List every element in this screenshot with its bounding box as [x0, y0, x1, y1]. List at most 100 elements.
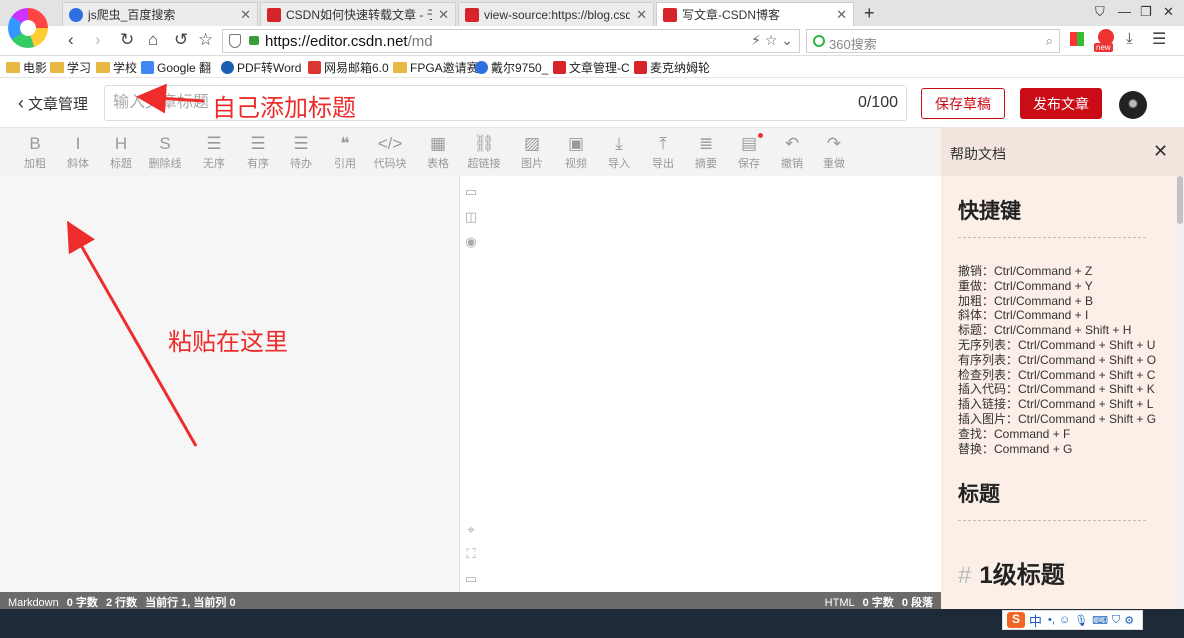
- back-icon[interactable]: ‹: [68, 30, 74, 50]
- close-icon[interactable]: ✕: [1153, 141, 1168, 162]
- close-tab-icon[interactable]: ✕: [438, 7, 449, 23]
- locate-icon[interactable]: ⌖: [464, 522, 478, 538]
- apps-icon[interactable]: [1070, 32, 1084, 46]
- toolbar-save-button[interactable]: ▤ 保存: [729, 133, 769, 171]
- bookmark-item[interactable]: 网易邮箱6.0: [308, 59, 389, 76]
- bookmark-star-icon[interactable]: ☆: [198, 30, 213, 50]
- browser-logo[interactable]: [8, 8, 48, 48]
- sogou-ime-icon[interactable]: S: [1007, 612, 1025, 628]
- favorite-star-icon[interactable]: ☆: [765, 32, 778, 48]
- toolbar-unordered-list-button[interactable]: ☰ 无序: [194, 133, 234, 171]
- avatar[interactable]: [1119, 91, 1147, 119]
- shirt-icon[interactable]: ⛉: [1095, 4, 1105, 20]
- browser-tab[interactable]: CSDN如何快速转载文章 - 于子 ✕: [260, 2, 456, 26]
- bookmark-item[interactable]: 学习: [50, 59, 91, 76]
- undo-close-icon[interactable]: ↺: [174, 30, 188, 50]
- baidu-icon: [69, 7, 83, 22]
- microphone-icon[interactable]: 🎙: [1074, 614, 1088, 627]
- toolbar-undo-button[interactable]: ↶ 撤销: [772, 133, 812, 171]
- toolbar-export-button[interactable]: ⤒ 导出: [643, 133, 683, 171]
- back-to-article-management[interactable]: ‹ 文章管理: [18, 93, 88, 114]
- forward-icon[interactable]: ›: [95, 30, 101, 50]
- status-cursor: 当前行 1, 当前列 0: [145, 597, 236, 609]
- new-feature-icon[interactable]: new: [1094, 29, 1116, 53]
- preview-pane: ▭ ◫ ◉ ⌖ ⛶ ▭: [459, 176, 941, 592]
- close-tab-icon[interactable]: ✕: [636, 7, 647, 23]
- close-window-button[interactable]: ✕: [1163, 4, 1174, 20]
- toolbar-label: 超链接: [467, 158, 501, 170]
- browser-tab[interactable]: view-source:https://blog.csd ✕: [458, 2, 654, 26]
- publish-button[interactable]: 发布文章: [1020, 88, 1102, 119]
- markdown-editor-pane[interactable]: [0, 176, 459, 592]
- toolbar-table-button[interactable]: ▦ 表格: [418, 133, 458, 171]
- url-actions[interactable]: ⚡ ☆ ⌄: [751, 32, 793, 49]
- toolbar-import-button[interactable]: ⤓ 导入: [599, 133, 639, 171]
- skin-icon[interactable]: ⛉: [1112, 614, 1120, 627]
- emoji-icon[interactable]: ☺: [1059, 614, 1070, 626]
- ime-language[interactable]: 中: [1029, 611, 1042, 630]
- menu-icon[interactable]: ☰: [1152, 29, 1166, 49]
- maximize-button[interactable]: ❐: [1140, 4, 1152, 20]
- lightning-icon[interactable]: ⚡: [751, 32, 761, 48]
- toolbar-strikethrough-button[interactable]: S 删除线: [145, 133, 185, 171]
- toolbar-link-button[interactable]: ⛓ 超链接: [464, 133, 504, 171]
- csdn-icon: [465, 7, 479, 22]
- bookmarks-bar: 电影 学习 学校 Google 翻 PDF转Word 网易邮箱6.0 FPGA邀…: [0, 56, 1184, 78]
- toolbar-heading-button[interactable]: H 标题: [101, 133, 141, 171]
- browser-tab-active[interactable]: 写文章-CSDN博客 ✕: [656, 2, 854, 26]
- bookmark-item[interactable]: PDF转Word: [221, 59, 301, 76]
- settings-icon[interactable]: ⚙: [1124, 614, 1134, 627]
- bookmark-item[interactable]: Google 翻: [141, 59, 211, 76]
- fullscreen-icon[interactable]: ⛶: [464, 546, 478, 562]
- ime-toolbar[interactable]: S 中 •, ☺ 🎙 ⌨ ⛉ ⚙: [1002, 610, 1144, 630]
- scrollbar-thumb[interactable]: [1177, 176, 1183, 224]
- close-tab-icon[interactable]: ✕: [240, 7, 251, 23]
- toolbar-italic-button[interactable]: I 斜体: [58, 133, 98, 171]
- shortcut-item: 无序列表：Ctrl/Command + Shift + U: [958, 337, 1156, 352]
- help-scrollbar[interactable]: [1176, 176, 1184, 609]
- bookmark-item[interactable]: 学校: [96, 59, 137, 76]
- sync-scroll-icon[interactable]: ▭: [464, 184, 478, 200]
- layout-icon[interactable]: ▭: [464, 571, 478, 587]
- url-text[interactable]: https://editor.csdn.net/md: [265, 33, 433, 50]
- toolbar-todo-list-button[interactable]: ☰ 待办: [281, 133, 321, 171]
- chevron-down-icon[interactable]: ⌄: [781, 32, 793, 48]
- new-tab-button[interactable]: +: [864, 3, 875, 24]
- shortcut-item: 有序列表：Ctrl/Command + Shift + O: [958, 352, 1157, 367]
- folder-icon: [96, 62, 110, 73]
- keyboard-icon[interactable]: ⌨: [1092, 614, 1108, 627]
- search-box[interactable]: 360搜索 ⌕: [806, 29, 1060, 53]
- eye-icon[interactable]: ◉: [464, 234, 478, 250]
- minimize-button[interactable]: —: [1118, 4, 1131, 19]
- undo-icon: ↶: [784, 134, 800, 153]
- bookmark-item[interactable]: 电影: [6, 59, 47, 76]
- browser-tab[interactable]: js爬虫_百度搜索 ✕: [62, 2, 258, 26]
- bookmark-item[interactable]: 戴尔9750_: [475, 59, 548, 76]
- search-icon[interactable]: ⌕: [1046, 33, 1053, 49]
- toolbar-label: 删除线: [148, 158, 182, 170]
- toolbar-label: 表格: [427, 158, 449, 170]
- toolbar-ordered-list-button[interactable]: ☰ 有序: [238, 133, 278, 171]
- toolbar-video-button[interactable]: ▣ 视频: [556, 133, 596, 171]
- home-icon[interactable]: ⌂: [148, 30, 158, 50]
- tab-strip: js爬虫_百度搜索 ✕ CSDN如何快速转载文章 - 于子 ✕ view-sou…: [0, 0, 1184, 26]
- csdn-icon: [553, 61, 566, 74]
- save-draft-button[interactable]: 保存草稿: [921, 88, 1005, 119]
- toolbar-redo-button[interactable]: ↷ 重做: [814, 133, 854, 171]
- address-bar[interactable]: https://editor.csdn.net/md ⚡ ☆ ⌄: [222, 29, 800, 53]
- toolbar-quote-button[interactable]: ❝ 引用: [325, 133, 365, 171]
- toolbar-summary-button[interactable]: ≣ 摘要: [686, 133, 726, 171]
- bookmark-item[interactable]: 文章管理-C: [553, 59, 630, 76]
- split-view-icon[interactable]: ◫: [464, 209, 478, 225]
- toolbar-bold-button[interactable]: B 加粗: [15, 133, 55, 171]
- punctuation-icon[interactable]: •,: [1048, 614, 1055, 626]
- toolbar-label: 保存: [738, 158, 760, 170]
- bookmark-item[interactable]: 麦克纳姆轮: [634, 59, 710, 76]
- close-tab-icon[interactable]: ✕: [836, 7, 847, 23]
- shortcut-item: 插入图片：Ctrl/Command + Shift + G: [958, 411, 1157, 426]
- toolbar-code-block-button[interactable]: </> 代码块: [370, 133, 410, 171]
- toolbar-image-button[interactable]: ▨ 图片: [512, 133, 552, 171]
- download-icon[interactable]: ⤓: [1126, 30, 1133, 47]
- reload-icon[interactable]: ↻: [120, 30, 134, 50]
- bookmark-item[interactable]: FPGA邀请赛: [393, 59, 479, 76]
